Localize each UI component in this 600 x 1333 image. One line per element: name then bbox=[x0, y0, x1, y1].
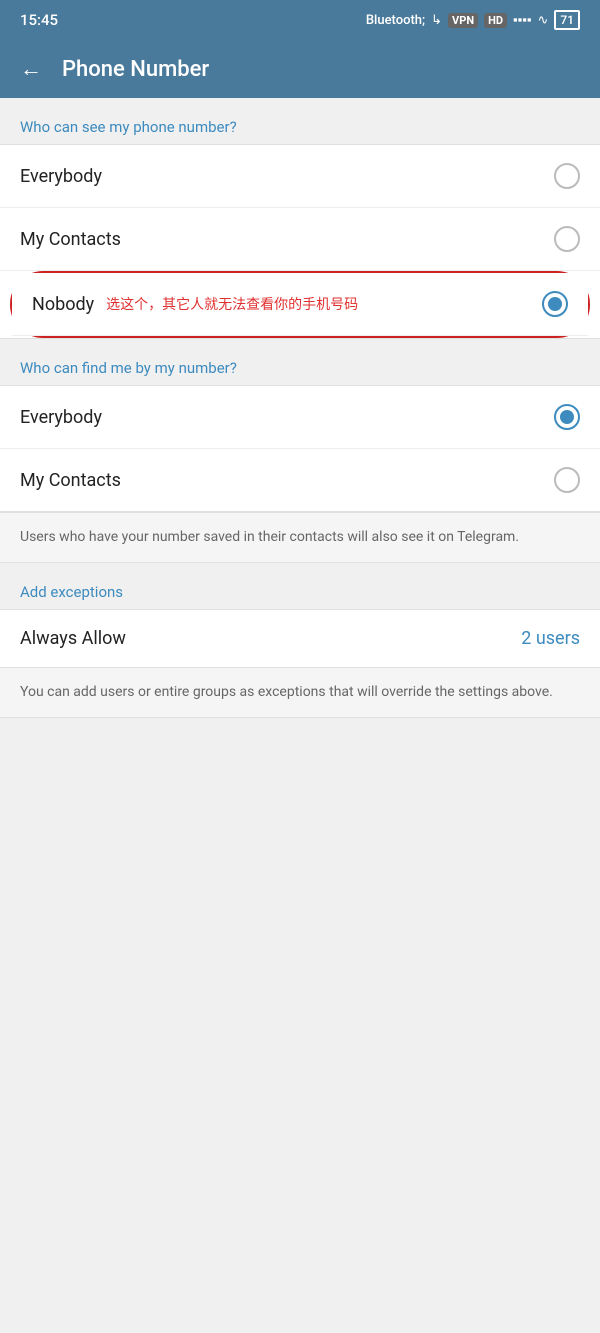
everybody2-label: Everybody bbox=[20, 407, 102, 428]
hd-badge: HD bbox=[484, 13, 507, 28]
everybody1-label: Everybody bbox=[20, 166, 102, 187]
bluetooth-icon: ↳ bbox=[431, 13, 442, 28]
main-content: Who can see my phone number? Everybody M… bbox=[0, 98, 600, 1038]
section1-options: Everybody My Contacts Nobody 选这个，其它人就无法查… bbox=[0, 144, 600, 339]
users-count: 2 users bbox=[521, 628, 580, 649]
section2-label: Who can find me by my number? bbox=[0, 339, 600, 385]
status-icons: Bluetooth; ↳ VPN HD ▪▪▪▪ ∿ 71 bbox=[366, 10, 580, 30]
mycontacts2-label: My Contacts bbox=[20, 470, 121, 491]
signal-icon: ▪▪▪▪ bbox=[513, 12, 531, 28]
back-button[interactable]: ← bbox=[16, 52, 46, 86]
bottom-spacer bbox=[0, 718, 600, 758]
option-nobody[interactable]: Nobody 选这个，其它人就无法查看你的手机号码 bbox=[12, 273, 588, 336]
mycontacts1-radio[interactable] bbox=[554, 226, 580, 252]
nobody-label: Nobody bbox=[32, 294, 94, 315]
option-everybody1[interactable]: Everybody bbox=[0, 145, 600, 208]
everybody2-radio[interactable] bbox=[554, 404, 580, 430]
vpn-badge: VPN bbox=[448, 13, 478, 28]
option-nobody-wrapper: Nobody 选这个，其它人就无法查看你的手机号码 bbox=[10, 271, 590, 338]
always-allow-label: Always Allow bbox=[20, 628, 126, 649]
mycontacts2-radio[interactable] bbox=[554, 467, 580, 493]
page-title: Phone Number bbox=[62, 57, 209, 82]
bluetooth-icon: Bluetooth; bbox=[366, 13, 425, 28]
status-time: 15:45 bbox=[20, 11, 58, 29]
exceptions-info: You can add users or entire groups as ex… bbox=[0, 668, 600, 718]
option-mycontacts1[interactable]: My Contacts bbox=[0, 208, 600, 271]
nobody-inner: Nobody 选这个，其它人就无法查看你的手机号码 bbox=[32, 294, 358, 315]
option-mycontacts2[interactable]: My Contacts bbox=[0, 449, 600, 511]
always-allow-row[interactable]: Always Allow 2 users bbox=[0, 609, 600, 668]
section2-info: Users who have your number saved in thei… bbox=[0, 512, 600, 563]
battery-icon: 71 bbox=[554, 10, 580, 30]
nobody-annotation: 选这个，其它人就无法查看你的手机号码 bbox=[106, 294, 358, 314]
mycontacts1-label: My Contacts bbox=[20, 229, 121, 250]
exceptions-label: Add exceptions bbox=[0, 563, 600, 609]
wifi-icon: ∿ bbox=[537, 13, 548, 28]
status-bar: 15:45 Bluetooth; ↳ VPN HD ▪▪▪▪ ∿ 71 bbox=[0, 0, 600, 40]
section2-options: Everybody My Contacts bbox=[0, 385, 600, 512]
section1-label: Who can see my phone number? bbox=[0, 98, 600, 144]
everybody1-radio[interactable] bbox=[554, 163, 580, 189]
app-header: ← Phone Number bbox=[0, 40, 600, 98]
nobody-radio[interactable] bbox=[542, 291, 568, 317]
option-everybody2[interactable]: Everybody bbox=[0, 386, 600, 449]
empty-space bbox=[0, 758, 600, 1038]
